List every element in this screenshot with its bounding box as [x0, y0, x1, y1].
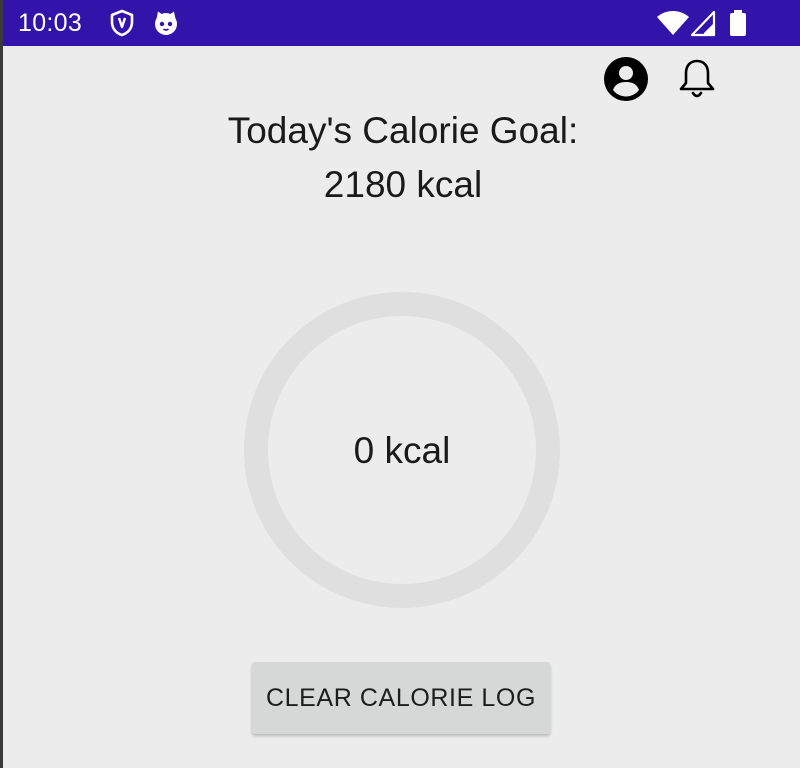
status-time: 10:03: [18, 9, 83, 37]
wifi-icon: [657, 11, 689, 35]
window-edge: [0, 0, 3, 768]
account-circle-icon[interactable]: [602, 55, 650, 103]
cell-signal-icon: [690, 10, 716, 37]
consumed-calories-label: 0 kcal: [353, 430, 451, 471]
shield-icon: [110, 9, 134, 37]
status-bar: 10:03: [0, 0, 800, 46]
calorie-goal-title: Today's Calorie Goal:: [227, 110, 579, 151]
bell-icon[interactable]: [673, 55, 721, 103]
calorie-goal-value: 2180 kcal: [323, 164, 483, 205]
battery-icon: [730, 10, 746, 36]
cat-face-icon: [155, 11, 177, 35]
calorie-screen: 10:03 Today's Calorie Goal: 2180 kcal 0 …: [0, 0, 800, 768]
clear-calorie-log-button[interactable]: CLEAR CALORIE LOG: [252, 662, 550, 734]
